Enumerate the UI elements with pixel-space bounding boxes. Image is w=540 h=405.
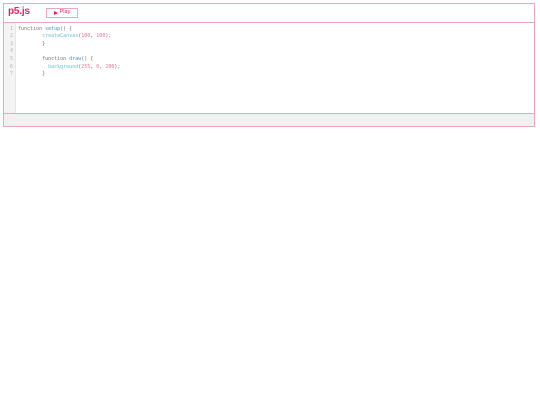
code-token: draw xyxy=(69,55,82,62)
code-token: } xyxy=(18,40,46,47)
code-token: () { xyxy=(81,55,94,62)
code-editor[interactable]: 1234567 function setup() { createCanvas(… xyxy=(4,23,534,116)
code-token: 255 xyxy=(81,63,91,70)
console-bar xyxy=(4,113,534,126)
code-token: 100 xyxy=(96,33,106,40)
line-number: 4 xyxy=(9,48,13,55)
code-token: createCanvas xyxy=(42,33,79,40)
play-button-label: Play xyxy=(59,9,71,16)
p5js-logo: p5.js xyxy=(8,6,30,17)
play-icon xyxy=(53,11,58,15)
code-line[interactable]: background(255, 0, 200); xyxy=(18,64,120,72)
code-token: function xyxy=(18,25,46,32)
code-token: setup xyxy=(45,25,61,32)
line-number: 3 xyxy=(9,40,13,47)
line-number: 7 xyxy=(9,71,13,78)
code-line[interactable]: function setup() { xyxy=(18,26,72,34)
code-line[interactable]: } xyxy=(18,41,45,49)
play-button[interactable]: Play xyxy=(46,8,78,18)
code-token: 100 xyxy=(81,33,91,40)
code-token: background xyxy=(48,63,79,70)
code-token: ); xyxy=(105,33,112,40)
code-token: function xyxy=(18,55,70,62)
line-number: 5 xyxy=(9,55,13,62)
line-number-gutter: 1234567 xyxy=(4,23,16,116)
line-number: 6 xyxy=(9,63,13,70)
p5-editor-frame: p5.js Play 1234567 function setup() { cr… xyxy=(3,3,535,127)
line-number: 2 xyxy=(9,33,13,40)
code-token: ); xyxy=(114,63,121,70)
code-line[interactable]: } xyxy=(18,71,45,79)
editor-toolbar: p5.js Play xyxy=(4,4,534,23)
code-token: () { xyxy=(60,25,73,32)
code-line[interactable]: createCanvas(100, 100); xyxy=(18,33,111,41)
code-token: } xyxy=(18,71,46,78)
code-line[interactable]: function draw() { xyxy=(18,56,93,64)
line-number: 1 xyxy=(9,25,13,32)
